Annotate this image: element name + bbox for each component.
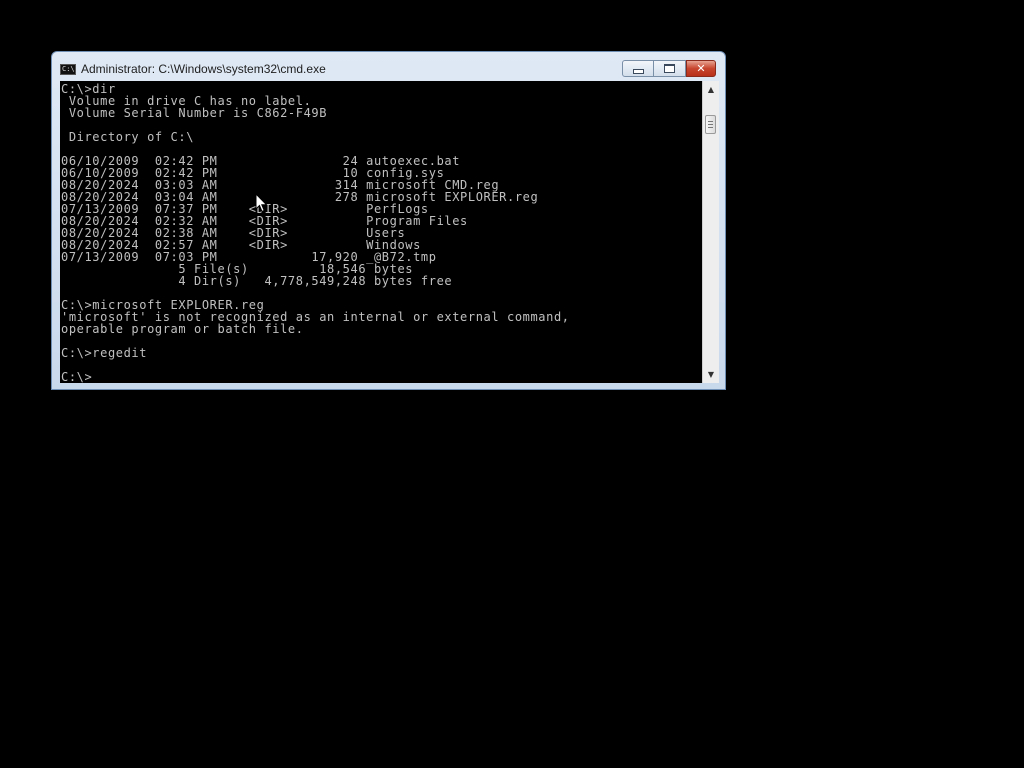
grip-line [708, 121, 713, 122]
vertical-scrollbar[interactable]: ▲ ▼ [702, 81, 719, 383]
console-line: operable program or batch file. [61, 322, 304, 336]
cmd-window[interactable]: C:\ Administrator: C:\Windows\system32\c… [51, 51, 726, 390]
minimize-icon [632, 68, 644, 74]
scroll-down-arrow-icon[interactable]: ▼ [703, 366, 719, 383]
grip-line [708, 127, 713, 128]
minimize-button[interactable] [622, 60, 654, 77]
maximize-icon [664, 64, 675, 73]
console-line: Directory of C:\ [61, 130, 195, 144]
close-icon: ✕ [696, 62, 706, 75]
console-line: C:\>regedit [61, 346, 148, 360]
console-text: C:\>dir Volume in drive C has no label. … [60, 81, 702, 383]
maximize-button[interactable] [654, 60, 686, 77]
grip-line [708, 124, 713, 125]
title-bar[interactable]: C:\ Administrator: C:\Windows\system32\c… [52, 52, 725, 81]
scroll-thumb[interactable] [705, 115, 716, 134]
desktop: C:\ Administrator: C:\Windows\system32\c… [0, 0, 1024, 768]
console-line: Volume Serial Number is C862-F49B [61, 106, 328, 120]
cmd-app-icon[interactable]: C:\ [60, 64, 76, 75]
console-output[interactable]: C:\>dir Volume in drive C has no label. … [60, 81, 702, 383]
caption-buttons: ✕ [622, 60, 716, 78]
close-button[interactable]: ✕ [686, 60, 716, 77]
console-line: 4 Dir(s) 4,778,549,248 bytes free [61, 274, 453, 288]
scroll-up-arrow-icon[interactable]: ▲ [703, 81, 719, 98]
mouse-pointer-icon [255, 193, 268, 213]
window-title: Administrator: C:\Windows\system32\cmd.e… [81, 62, 326, 76]
console-line: C:\> [61, 370, 93, 383]
